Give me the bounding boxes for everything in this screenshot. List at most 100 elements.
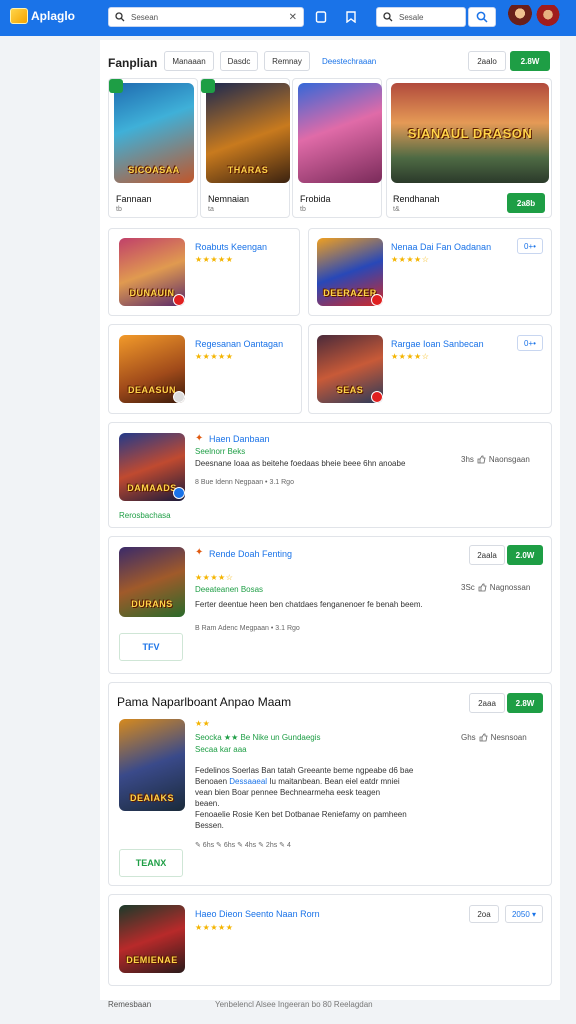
secondary-button[interactable]: 2aaa: [469, 693, 505, 713]
thumbnail-art-text: DEAIAKS: [129, 793, 174, 803]
thumbnail-art-text: DURANS: [131, 599, 173, 609]
filter-chip[interactable]: Dasdc: [220, 51, 258, 71]
game-card[interactable]: DEAASUN Regesanan Oantagan ★★★★★: [108, 324, 302, 414]
thumbs-up-icon: [477, 455, 486, 464]
thumbnail-art-text: DAMAADS: [127, 483, 177, 493]
install-button[interactable]: 2.8W: [510, 51, 550, 71]
side-count: 3Sc: [461, 583, 475, 592]
game-description: Fedelinos Soerlas Ban tatah Greeante bem…: [195, 765, 455, 831]
bookmark-icon[interactable]: [344, 10, 358, 24]
game-card[interactable]: DUNAUIN Roabuts Keengan ★★★★★: [108, 228, 300, 316]
desc-line: Iu maitanbean. Bean eiel eatdr mniei: [267, 777, 400, 786]
rating-stars: ★★★★☆: [391, 255, 430, 264]
tablet-icon[interactable]: [314, 10, 328, 24]
featured-card[interactable]: THARAS Nemnaian ta: [200, 78, 290, 218]
app-logo[interactable]: Aplaglo: [10, 8, 75, 24]
platform-tag[interactable]: TFV: [119, 633, 183, 661]
thumbnail-art-text: DEMIENAE: [126, 955, 178, 965]
thumbnail-art-text: SICOASAA: [128, 165, 180, 175]
thumbs-up-icon: [478, 583, 487, 592]
desc-line: vean bien Boar pennee Bechnearmeha eesk …: [195, 788, 381, 797]
avatar[interactable]: [536, 5, 560, 29]
game-title[interactable]: Roabuts Keengan: [195, 242, 267, 252]
filter-chip[interactable]: Manaaan: [164, 51, 214, 71]
desc-link[interactable]: Dessaaeal: [229, 777, 267, 786]
game-title[interactable]: Regesanan Oantagan: [195, 339, 283, 349]
new-badge-icon: [201, 79, 215, 93]
search-input[interactable]: Sesean ✕: [108, 7, 304, 27]
rating-stars: ★★★★☆: [195, 573, 234, 582]
game-card[interactable]: DEERAZER Nenaa Dai Fan Oadanan ★★★★☆ 0+•: [308, 228, 552, 316]
magnify-icon: [476, 11, 488, 23]
secondary-button[interactable]: 2aala: [469, 545, 505, 565]
card-heading: Pama Naparlboant Anpao Maam: [117, 695, 292, 709]
secondary-button[interactable]: 2aalo: [468, 51, 506, 71]
thumbnail-art-text: DEERAZER: [323, 288, 377, 298]
filter-chip[interactable]: Remnay: [264, 51, 310, 71]
game-title[interactable]: Rende Doah Fenting: [209, 549, 292, 559]
search-button[interactable]: [468, 7, 496, 27]
desc-line: Bessen.: [195, 821, 224, 830]
footer-left[interactable]: Remesbaan: [108, 1000, 151, 1009]
desc-line: Benoaen: [195, 777, 230, 786]
category-tag[interactable]: TEANX: [119, 849, 183, 877]
game-sub: tb: [300, 206, 306, 213]
rating-stars: ★★: [195, 719, 211, 728]
category-tag[interactable]: Rerosbachasa: [119, 511, 171, 520]
secondary-button[interactable]: 2oa: [469, 905, 499, 923]
game-title[interactable]: Haen Danbaan: [209, 434, 270, 444]
game-sub: ta: [208, 206, 214, 213]
section-title: Fanplian: [108, 56, 158, 70]
side-count: Ghs: [461, 733, 476, 742]
logo-icon: [10, 8, 28, 24]
more-button[interactable]: 0+•: [517, 335, 543, 351]
thumbnail-art-text: DEAASUN: [127, 385, 176, 395]
rating-stars: ★★★★☆: [391, 352, 430, 361]
list-item[interactable]: DEMIENAE Haeo Dieon Seento Naan Rorn ★★★…: [108, 894, 552, 986]
developer-name[interactable]: Seelnorr Beks: [195, 447, 245, 456]
thumbnail-art-text: DUNAUIN: [129, 288, 175, 298]
featured-card[interactable]: SICOASAA Fannaan tb: [108, 78, 198, 218]
developer-sub: Secaa kar aaa: [195, 745, 247, 754]
game-thumbnail: DEMIENAE: [119, 905, 185, 973]
featured-card-wide[interactable]: SIANAUL DRASON Rendhanah t& 2a8b: [386, 78, 552, 218]
install-button[interactable]: 2.8W: [507, 693, 543, 713]
main-panel: Fanplian Manaaan Dasdc Remnay Deestechra…: [100, 40, 560, 1000]
side-label: Nagnossan: [489, 583, 531, 592]
game-genre-icon: ✦: [195, 433, 204, 444]
thumbnail-art-text: SEAS: [336, 385, 364, 395]
game-thumbnail: [298, 83, 382, 183]
list-item[interactable]: DURANS ✦ Rende Doah Fenting ★★★★☆ Deeate…: [108, 536, 552, 674]
desc-line: Fenoaelie Rosie Ken bet Dotbanae Reniefa…: [195, 810, 407, 819]
avatar[interactable]: [508, 5, 532, 29]
badge-icon: [371, 294, 383, 306]
secondary-search-input[interactable]: Sesale: [376, 7, 466, 27]
featured-card[interactable]: Frobida tb: [292, 78, 382, 218]
install-button[interactable]: 2a8b: [507, 193, 545, 213]
more-button[interactable]: 0+•: [517, 238, 543, 254]
game-name: Rendhanah: [393, 194, 440, 204]
clear-icon[interactable]: ✕: [289, 12, 297, 23]
game-name: Frobida: [300, 194, 331, 204]
section-link[interactable]: Deestechraaan: [322, 57, 376, 66]
game-card[interactable]: SEAS Rargae Ioan Sanbecan ★★★★☆ 0+•: [308, 324, 552, 414]
game-name: Nemnaian: [208, 194, 250, 204]
rating-stars: ★★★★★: [195, 255, 234, 264]
dropdown-button[interactable]: 2050 ▾: [505, 905, 543, 923]
install-button[interactable]: 2.0W: [507, 545, 543, 565]
game-title[interactable]: Rargae Ioan Sanbecan: [391, 339, 484, 349]
list-item[interactable]: DAMAADS ✦ Haen Danbaan Seelnorr Beks Dee…: [108, 422, 552, 528]
game-title[interactable]: Haeo Dieon Seento Naan Rorn: [195, 909, 320, 919]
game-thumbnail: DEAIAKS: [119, 719, 185, 811]
game-genre-icon: ✦: [195, 547, 204, 558]
developer-name[interactable]: Deeateanen Bosas: [195, 585, 263, 594]
badge-icon: [173, 391, 185, 403]
developer-name[interactable]: Seocka ★★ Be Nike un Gundaegis: [195, 733, 321, 742]
game-meta: 8 Bue Idenn Negpaan • 3.1 Rgo: [195, 479, 294, 486]
badge-icon: [173, 294, 185, 306]
game-description: Deesnane Ioaa as beitehe foedaas bheie b…: [195, 459, 406, 468]
list-item[interactable]: Pama Naparlboant Anpao Maam 2aaa 2.8W DE…: [108, 682, 552, 886]
side-count: 3hs: [461, 455, 474, 464]
game-title[interactable]: Nenaa Dai Fan Oadanan: [391, 242, 491, 252]
badge-icon: [173, 487, 185, 499]
